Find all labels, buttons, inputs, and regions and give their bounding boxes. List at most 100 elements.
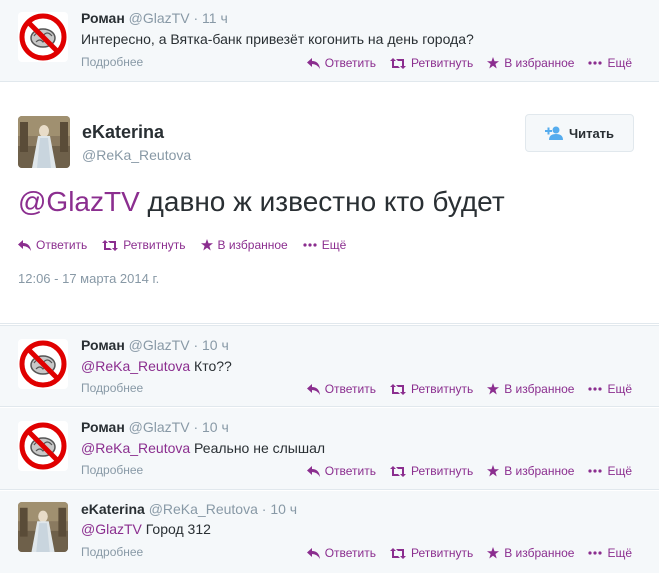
mention-link[interactable]: @GlazTV [18, 186, 140, 217]
star-icon [200, 239, 213, 251]
reply-button[interactable]: Ответить [306, 56, 376, 70]
main-tweet: eKaterina @ReKa_Reutova Читать @GlazTV д… [0, 96, 659, 324]
retweet-button[interactable]: Ретвитнуть [102, 238, 186, 252]
tweet-header: eKaterina @ReKa_Reutova · 10 ч [81, 501, 297, 517]
tweet-time[interactable]: 10 ч [270, 501, 297, 517]
reply-button[interactable]: Ответить [306, 382, 376, 396]
user-handle[interactable]: @GlazTV [129, 337, 190, 353]
tweet-actions: Ответить Ретвитнуть В избранное Ещё [306, 56, 632, 70]
reply-tweet[interactable]: Роман @GlazTV · 10 ч @ReKa_Reutova Кто??… [0, 325, 659, 407]
follow-button[interactable]: Читать [525, 114, 634, 152]
more-dots-icon [303, 243, 317, 247]
follow-user-icon [544, 126, 563, 140]
favorite-button[interactable]: В избранное [487, 56, 574, 70]
user-photo-avatar [18, 502, 68, 552]
more-dots-icon [588, 551, 603, 555]
reply-icon [18, 239, 31, 251]
star-icon [487, 547, 500, 559]
mention-link[interactable]: @GlazTV [81, 521, 142, 537]
no-brain-avatar-icon [18, 12, 68, 62]
retweet-label: Ретвитнуть [411, 56, 474, 70]
more-dots-icon [588, 387, 603, 391]
details-link[interactable]: Подробнее [81, 55, 143, 69]
tweet-actions: Ответить Ретвитнуть В избранное Ещё [306, 382, 632, 396]
more-dots-icon [588, 469, 603, 473]
more-button[interactable]: Ещё [588, 546, 632, 560]
tweet-actions: Ответить Ретвитнуть В избранное Ещё [306, 546, 632, 560]
user-name[interactable]: eKaterina [82, 122, 164, 143]
tweet-actions: Ответить Ретвитнуть В избранное Ещё [306, 464, 632, 478]
more-label: Ещё [607, 56, 632, 70]
tweet-actions: Ответить Ретвитнуть В избранное Ещё [18, 238, 346, 252]
more-button[interactable]: Ещё [588, 56, 632, 70]
more-label: Ещё [607, 464, 632, 478]
user-name[interactable]: eKaterina [81, 501, 145, 517]
retweet-label: Ретвитнуть [123, 238, 186, 252]
user-handle[interactable]: @ReKa_Reutova [82, 147, 191, 163]
more-button[interactable]: Ещё [588, 382, 632, 396]
star-icon [487, 57, 500, 69]
separator-dot: · [193, 337, 199, 353]
reply-icon [306, 547, 320, 559]
no-brain-avatar-icon [18, 421, 68, 471]
reply-button[interactable]: Ответить [306, 464, 376, 478]
tweet-text: @ReKa_Reutova Кто?? [81, 358, 232, 374]
reply-label: Ответить [324, 56, 376, 70]
reply-button[interactable]: Ответить [306, 546, 376, 560]
retweet-icon [390, 57, 406, 69]
reply-icon [306, 465, 320, 477]
avatar[interactable] [18, 339, 68, 389]
retweet-button[interactable]: Ретвитнуть [390, 464, 473, 478]
favorite-button[interactable]: В избранное [487, 464, 574, 478]
retweet-icon [390, 465, 406, 477]
user-handle[interactable]: @ReKa_Reutova [149, 501, 258, 517]
favorite-button[interactable]: В избранное [200, 238, 288, 252]
tweet-header: Роман @GlazTV · 11 ч [81, 10, 228, 26]
avatar[interactable] [18, 421, 68, 471]
favorite-label: В избранное [217, 238, 288, 252]
retweet-label: Ретвитнуть [411, 546, 474, 560]
tweet-time[interactable]: 10 ч [202, 337, 229, 353]
avatar[interactable] [18, 502, 68, 552]
retweet-button[interactable]: Ретвитнуть [390, 546, 473, 560]
star-icon [487, 383, 500, 395]
retweet-label: Ретвитнуть [411, 382, 474, 396]
tweet-body: Город 312 [141, 521, 211, 537]
details-link[interactable]: Подробнее [81, 381, 143, 395]
retweet-button[interactable]: Ретвитнуть [390, 382, 473, 396]
separator-dot: · [193, 419, 199, 435]
tweet-timestamp[interactable]: 12:06 - 17 марта 2014 г. [18, 271, 159, 286]
details-link[interactable]: Подробнее [81, 545, 143, 559]
details-link[interactable]: Подробнее [81, 463, 143, 477]
user-handle[interactable]: @GlazTV [129, 10, 190, 26]
mention-link[interactable]: @ReKa_Reutova [81, 358, 190, 374]
tweet-time[interactable]: 11 ч [202, 10, 228, 26]
tweet-time[interactable]: 10 ч [202, 419, 229, 435]
reply-label: Ответить [324, 464, 376, 478]
follow-label: Читать [568, 125, 615, 141]
avatar[interactable] [18, 12, 68, 62]
mention-link[interactable]: @ReKa_Reutova [81, 440, 190, 456]
retweet-button[interactable]: Ретвитнуть [390, 56, 473, 70]
favorite-button[interactable]: В избранное [487, 546, 574, 560]
user-name[interactable]: Роман [81, 419, 125, 435]
reply-tweet[interactable]: Роман @GlazTV · 10 ч @ReKa_Reutova Реаль… [0, 408, 659, 490]
reply-tweet[interactable]: eKaterina @ReKa_Reutova · 10 ч @GlazTV Г… [0, 491, 659, 573]
user-photo-avatar [18, 116, 70, 168]
separator-dot: · [193, 10, 199, 26]
user-name[interactable]: Роман [81, 10, 125, 26]
more-button[interactable]: Ещё [588, 464, 632, 478]
reply-button[interactable]: Ответить [18, 238, 87, 252]
tweet-body: давно ж известно кто будет [139, 186, 505, 217]
tweet-top[interactable]: Роман @GlazTV · 11 ч Интересно, а Вятка-… [0, 0, 659, 82]
more-dots-icon [588, 61, 603, 65]
more-label: Ещё [321, 238, 347, 252]
user-name[interactable]: Роман [81, 337, 125, 353]
more-button[interactable]: Ещё [303, 238, 347, 252]
favorite-button[interactable]: В избранное [487, 382, 574, 396]
user-handle[interactable]: @GlazTV [129, 419, 190, 435]
reply-label: Ответить [324, 382, 376, 396]
tweet-header: Роман @GlazTV · 10 ч [81, 337, 229, 353]
avatar[interactable] [18, 116, 70, 168]
favorite-label: В избранное [504, 382, 575, 396]
